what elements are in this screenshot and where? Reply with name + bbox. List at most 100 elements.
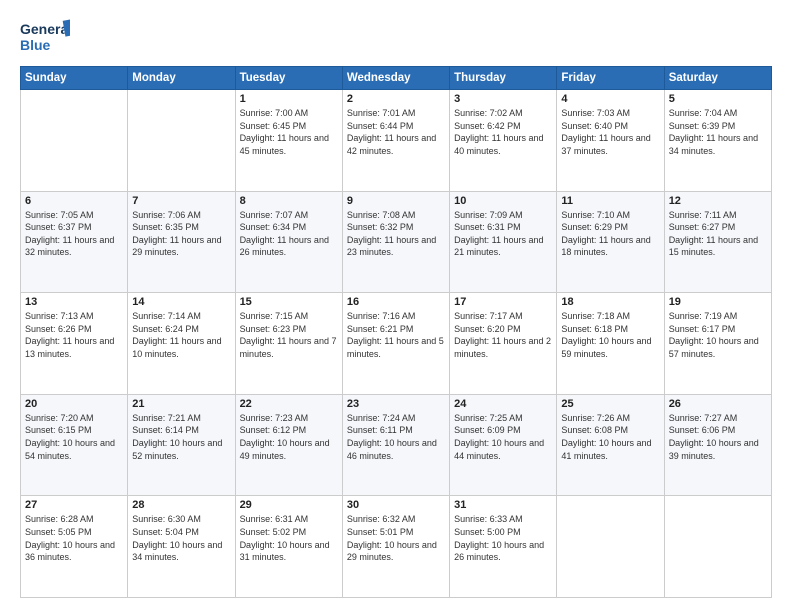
day-number: 29 bbox=[240, 499, 338, 511]
calendar-cell: 11 Sunrise: 7:10 AM Sunset: 6:29 PM Dayli… bbox=[557, 191, 664, 293]
logo-svg: General Blue bbox=[20, 18, 70, 56]
day-info: Sunrise: 7:02 AM Sunset: 6:42 PM Dayligh… bbox=[454, 107, 552, 157]
calendar-row-4: 27Sunrise: 6:28 AM Sunset: 5:05 PM Dayli… bbox=[21, 496, 772, 598]
calendar-cell: 24 Sunrise: 7:25 AM Sunset: 6:09 PM Dayli… bbox=[450, 394, 557, 496]
day-number: 10 bbox=[454, 195, 552, 207]
calendar-cell: 30 Sunrise: 6:32 AM Sunset: 5:01 PM Dayli… bbox=[342, 496, 449, 598]
weekday-header-wednesday: Wednesday bbox=[342, 67, 449, 90]
day-info: Sunrise: 7:13 AM Sunset: 6:26 PM Dayligh… bbox=[25, 310, 123, 360]
weekday-header-tuesday: Tuesday bbox=[235, 67, 342, 90]
day-info: Sunrise: 7:00 AM Sunset: 6:45 PM Dayligh… bbox=[240, 107, 338, 157]
calendar-cell: 16 Sunrise: 7:16 AM Sunset: 6:21 PM Dayli… bbox=[342, 293, 449, 395]
day-number: 16 bbox=[347, 296, 445, 308]
day-info: Sunrise: 6:33 AM Sunset: 5:00 PM Dayligh… bbox=[454, 513, 552, 563]
day-info: Sunrise: 7:26 AM Sunset: 6:08 PM Dayligh… bbox=[561, 412, 659, 462]
calendar-cell: 28 Sunrise: 6:30 AM Sunset: 5:04 PM Dayli… bbox=[128, 496, 235, 598]
day-info: Sunrise: 7:16 AM Sunset: 6:21 PM Dayligh… bbox=[347, 310, 445, 360]
day-info: Sunrise: 7:07 AM Sunset: 6:34 PM Dayligh… bbox=[240, 209, 338, 259]
calendar-cell bbox=[128, 90, 235, 192]
day-number: 25 bbox=[561, 398, 659, 410]
calendar-cell: 7 Sunrise: 7:06 AM Sunset: 6:35 PM Daylig… bbox=[128, 191, 235, 293]
day-number: 31 bbox=[454, 499, 552, 511]
weekday-header-saturday: Saturday bbox=[664, 67, 771, 90]
calendar-cell: 25 Sunrise: 7:26 AM Sunset: 6:08 PM Dayli… bbox=[557, 394, 664, 496]
day-info: Sunrise: 7:10 AM Sunset: 6:29 PM Dayligh… bbox=[561, 209, 659, 259]
calendar-cell: 20 Sunrise: 7:20 AM Sunset: 6:15 PM Dayli… bbox=[21, 394, 128, 496]
day-info: Sunrise: 6:30 AM Sunset: 5:04 PM Dayligh… bbox=[132, 513, 230, 563]
day-info: Sunrise: 7:19 AM Sunset: 6:17 PM Dayligh… bbox=[669, 310, 767, 360]
day-number: 6 bbox=[25, 195, 123, 207]
day-info: Sunrise: 7:25 AM Sunset: 6:09 PM Dayligh… bbox=[454, 412, 552, 462]
logo: General Blue bbox=[20, 18, 70, 56]
day-info: Sunrise: 6:32 AM Sunset: 5:01 PM Dayligh… bbox=[347, 513, 445, 563]
calendar-cell: 21 Sunrise: 7:21 AM Sunset: 6:14 PM Dayli… bbox=[128, 394, 235, 496]
day-info: Sunrise: 7:09 AM Sunset: 6:31 PM Dayligh… bbox=[454, 209, 552, 259]
day-info: Sunrise: 7:20 AM Sunset: 6:15 PM Dayligh… bbox=[25, 412, 123, 462]
calendar-cell: 10 Sunrise: 7:09 AM Sunset: 6:31 PM Dayli… bbox=[450, 191, 557, 293]
weekday-header-row: SundayMondayTuesdayWednesdayThursdayFrid… bbox=[21, 67, 772, 90]
day-number: 24 bbox=[454, 398, 552, 410]
day-number: 27 bbox=[25, 499, 123, 511]
calendar-cell: 26Sunrise: 7:27 AM Sunset: 6:06 PM Dayli… bbox=[664, 394, 771, 496]
calendar-row-2: 13Sunrise: 7:13 AM Sunset: 6:26 PM Dayli… bbox=[21, 293, 772, 395]
day-number: 30 bbox=[347, 499, 445, 511]
day-number: 21 bbox=[132, 398, 230, 410]
calendar-cell: 12Sunrise: 7:11 AM Sunset: 6:27 PM Dayli… bbox=[664, 191, 771, 293]
day-number: 19 bbox=[669, 296, 767, 308]
calendar-cell: 19 Sunrise: 7:19 AM Sunset: 6:17 PM Dayli… bbox=[664, 293, 771, 395]
calendar-cell: 14Sunrise: 7:14 AM Sunset: 6:24 PM Dayli… bbox=[128, 293, 235, 395]
day-number: 5 bbox=[669, 93, 767, 105]
day-number: 9 bbox=[347, 195, 445, 207]
calendar-cell: 2 Sunrise: 7:01 AM Sunset: 6:44 PM Daylig… bbox=[342, 90, 449, 192]
day-number: 12 bbox=[669, 195, 767, 207]
weekday-header-monday: Monday bbox=[128, 67, 235, 90]
header: General Blue bbox=[20, 18, 772, 56]
day-info: Sunrise: 7:18 AM Sunset: 6:18 PM Dayligh… bbox=[561, 310, 659, 360]
calendar-cell: 27Sunrise: 6:28 AM Sunset: 5:05 PM Dayli… bbox=[21, 496, 128, 598]
day-info: Sunrise: 7:17 AM Sunset: 6:20 PM Dayligh… bbox=[454, 310, 552, 360]
svg-text:General: General bbox=[20, 21, 70, 37]
day-number: 11 bbox=[561, 195, 659, 207]
calendar-row-3: 20 Sunrise: 7:20 AM Sunset: 6:15 PM Dayli… bbox=[21, 394, 772, 496]
day-info: Sunrise: 7:14 AM Sunset: 6:24 PM Dayligh… bbox=[132, 310, 230, 360]
day-number: 20 bbox=[25, 398, 123, 410]
calendar-cell: 31 Sunrise: 6:33 AM Sunset: 5:00 PM Dayli… bbox=[450, 496, 557, 598]
day-number: 7 bbox=[132, 195, 230, 207]
calendar-cell: 3 Sunrise: 7:02 AM Sunset: 6:42 PM Daylig… bbox=[450, 90, 557, 192]
day-info: Sunrise: 7:24 AM Sunset: 6:11 PM Dayligh… bbox=[347, 412, 445, 462]
day-number: 23 bbox=[347, 398, 445, 410]
calendar-cell: 29 Sunrise: 6:31 AM Sunset: 5:02 PM Dayli… bbox=[235, 496, 342, 598]
day-info: Sunrise: 7:04 AM Sunset: 6:39 PM Dayligh… bbox=[669, 107, 767, 157]
day-number: 15 bbox=[240, 296, 338, 308]
calendar-cell: 9 Sunrise: 7:08 AM Sunset: 6:32 PM Daylig… bbox=[342, 191, 449, 293]
svg-text:Blue: Blue bbox=[20, 37, 51, 53]
calendar-cell: 17Sunrise: 7:17 AM Sunset: 6:20 PM Dayli… bbox=[450, 293, 557, 395]
day-info: Sunrise: 7:21 AM Sunset: 6:14 PM Dayligh… bbox=[132, 412, 230, 462]
day-info: Sunrise: 7:05 AM Sunset: 6:37 PM Dayligh… bbox=[25, 209, 123, 259]
weekday-header-friday: Friday bbox=[557, 67, 664, 90]
calendar-cell: 4Sunrise: 7:03 AM Sunset: 6:40 PM Daylig… bbox=[557, 90, 664, 192]
day-number: 18 bbox=[561, 296, 659, 308]
calendar-cell: 22Sunrise: 7:23 AM Sunset: 6:12 PM Dayli… bbox=[235, 394, 342, 496]
day-info: Sunrise: 7:06 AM Sunset: 6:35 PM Dayligh… bbox=[132, 209, 230, 259]
day-info: Sunrise: 7:15 AM Sunset: 6:23 PM Dayligh… bbox=[240, 310, 338, 360]
calendar-cell: 23 Sunrise: 7:24 AM Sunset: 6:11 PM Dayli… bbox=[342, 394, 449, 496]
day-number: 4 bbox=[561, 93, 659, 105]
calendar-table: SundayMondayTuesdayWednesdayThursdayFrid… bbox=[20, 66, 772, 598]
calendar-cell: 5 Sunrise: 7:04 AM Sunset: 6:39 PM Daylig… bbox=[664, 90, 771, 192]
calendar-cell bbox=[664, 496, 771, 598]
day-number: 3 bbox=[454, 93, 552, 105]
day-info: Sunrise: 7:08 AM Sunset: 6:32 PM Dayligh… bbox=[347, 209, 445, 259]
day-info: Sunrise: 6:31 AM Sunset: 5:02 PM Dayligh… bbox=[240, 513, 338, 563]
weekday-header-thursday: Thursday bbox=[450, 67, 557, 90]
calendar-cell bbox=[21, 90, 128, 192]
day-number: 26 bbox=[669, 398, 767, 410]
calendar-cell: 1 Sunrise: 7:00 AM Sunset: 6:45 PM Daylig… bbox=[235, 90, 342, 192]
day-number: 28 bbox=[132, 499, 230, 511]
day-info: Sunrise: 7:01 AM Sunset: 6:44 PM Dayligh… bbox=[347, 107, 445, 157]
day-number: 1 bbox=[240, 93, 338, 105]
page: General Blue SundayMondayTuesdayWednesda… bbox=[0, 0, 792, 612]
calendar-cell: 13Sunrise: 7:13 AM Sunset: 6:26 PM Dayli… bbox=[21, 293, 128, 395]
day-number: 2 bbox=[347, 93, 445, 105]
calendar-cell: 15 Sunrise: 7:15 AM Sunset: 6:23 PM Dayli… bbox=[235, 293, 342, 395]
